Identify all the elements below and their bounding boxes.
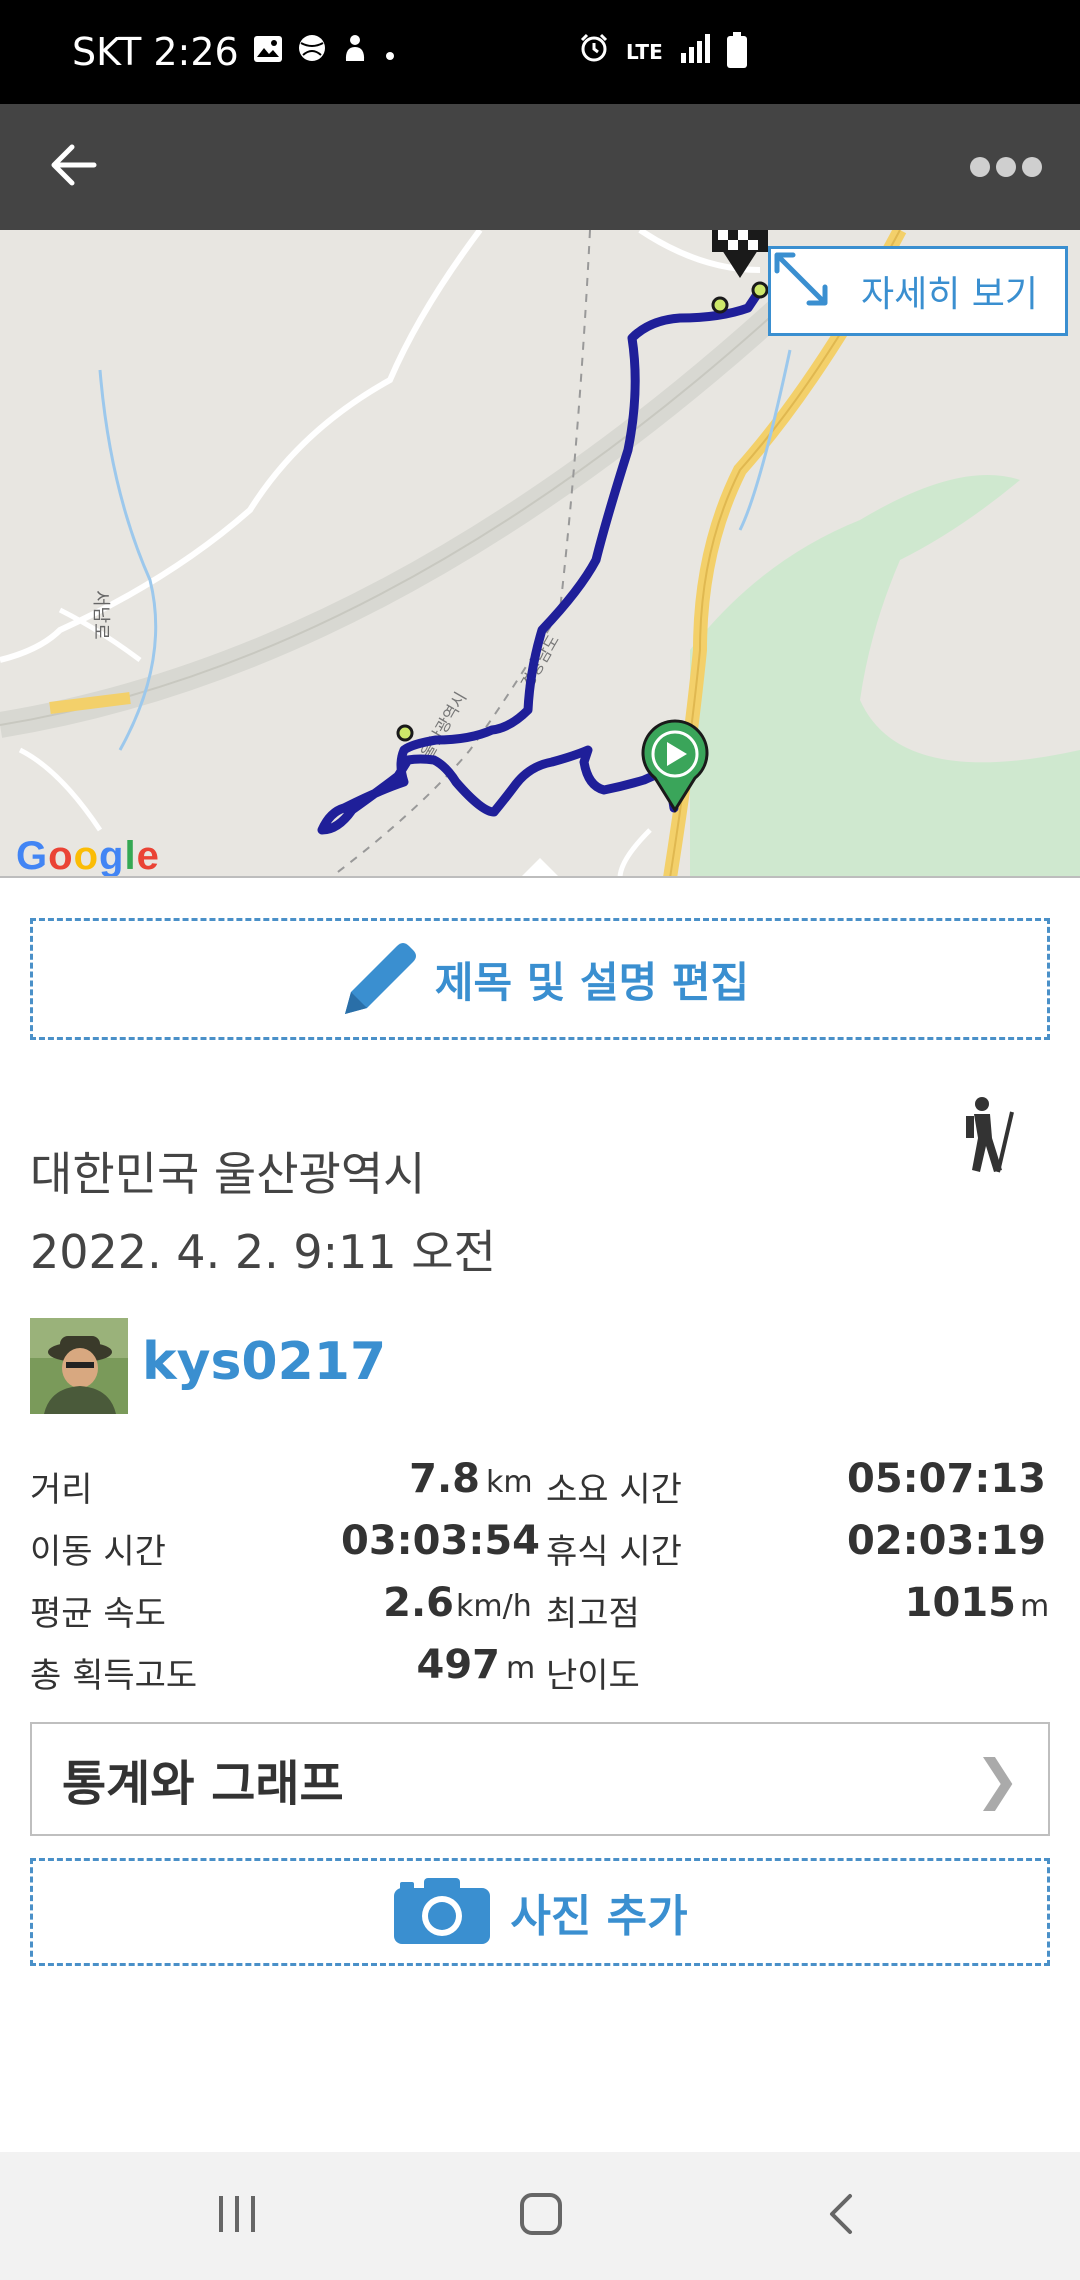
status-bar: SKT 2:26 LTE [0, 0, 1080, 104]
distance-unit: km [486, 1465, 533, 1500]
more-dot [996, 157, 1016, 177]
max-alt-label: 최고점 [546, 1594, 640, 1634]
lte-label: LTE [626, 40, 663, 64]
detail-view-label: 자세히 보기 [861, 274, 1039, 315]
dot-icon [383, 33, 397, 71]
arrow-left-icon [50, 143, 98, 191]
total-ascent-value: 497 [416, 1642, 501, 1688]
max-alt-value: 1015 [904, 1580, 1016, 1626]
lte-icon: LTE [626, 42, 663, 62]
status-left: SKT 2:26 [72, 0, 397, 104]
chevron-right-icon: ❯ [974, 1748, 1020, 1811]
edit-title-button[interactable]: 제목 및 설명 편집 [30, 918, 1050, 1040]
home-button[interactable] [486, 2176, 596, 2256]
expand-icon [771, 249, 861, 333]
waypoint-dot [396, 724, 414, 742]
waypoint-dot [751, 281, 769, 299]
total-ascent-unit: m [506, 1651, 536, 1686]
detail-view-button[interactable]: 자세히 보기 [768, 246, 1068, 336]
ball-icon [297, 33, 327, 71]
edit-title-label: 제목 및 설명 편집 [434, 957, 750, 1007]
rest-time-value: 02:03:19 [847, 1518, 1046, 1564]
status-right: LTE [578, 0, 747, 104]
avg-speed-unit: km/h [456, 1589, 532, 1624]
more-button[interactable] [958, 134, 1054, 200]
distance-label: 거리 [30, 1470, 93, 1510]
difficulty-label: 난이도 [546, 1656, 640, 1696]
add-photo-label: 사진 추가 [510, 1891, 688, 1942]
image-icon [253, 33, 283, 71]
map-divider [0, 876, 1080, 878]
trip-datetime: 2022. 4. 2. 9:11 오전 [30, 1225, 496, 1279]
recent-apps-button[interactable] [182, 2176, 292, 2256]
alarm-icon [578, 32, 610, 72]
waypoint-dot [711, 296, 729, 314]
battery-icon [726, 32, 747, 68]
google-logo: Google [16, 834, 160, 878]
hiking-icon [952, 1094, 1022, 1174]
back-nav-button[interactable] [786, 2176, 896, 2256]
trip-location: 대한민국 울산광역시 [30, 1147, 426, 1201]
system-nav-bar [0, 2152, 1080, 2280]
pencil-icon [331, 932, 421, 1026]
moving-time-label: 이동 시간 [30, 1532, 166, 1572]
avg-speed-label: 평균 속도 [30, 1594, 166, 1634]
avatar[interactable] [30, 1318, 128, 1414]
total-time-label: 소요 시간 [546, 1470, 682, 1510]
back-nav-icon [826, 2192, 856, 2240]
stats-graph-label: 통계와 그래프 [62, 1756, 344, 1812]
camera-icon [392, 1874, 492, 1950]
max-alt-unit: m [1020, 1589, 1050, 1624]
rest-time-label: 휴식 시간 [546, 1532, 682, 1572]
add-photo-button[interactable]: 사진 추가 [30, 1858, 1050, 1966]
distance-value: 7.8 [409, 1456, 480, 1502]
more-dot [970, 157, 990, 177]
more-dot [1022, 157, 1042, 177]
home-icon [518, 2191, 564, 2241]
app-bar [0, 104, 1080, 230]
map-label-road: 서남로 [90, 590, 111, 640]
recent-apps-icon [215, 2194, 259, 2238]
route-map[interactable]: 서남로 울산광역시 경상남도 자세히 보기 Google [0, 230, 1080, 878]
carrier-time: SKT 2:26 [72, 30, 239, 74]
map-label-city: 울산광역시 [417, 689, 470, 762]
signal-icon [679, 33, 711, 71]
hand-icon [341, 33, 369, 71]
moving-time-value: 03:03:54 [341, 1518, 540, 1564]
stats-graph-button[interactable]: 통계와 그래프 ❯ [30, 1722, 1050, 1836]
back-button[interactable] [36, 132, 112, 202]
avg-speed-value: 2.6 [383, 1580, 454, 1626]
username[interactable]: kys0217 [142, 1332, 386, 1392]
total-time-value: 05:07:13 [847, 1456, 1046, 1502]
total-ascent-label: 총 획득고도 [30, 1656, 198, 1696]
